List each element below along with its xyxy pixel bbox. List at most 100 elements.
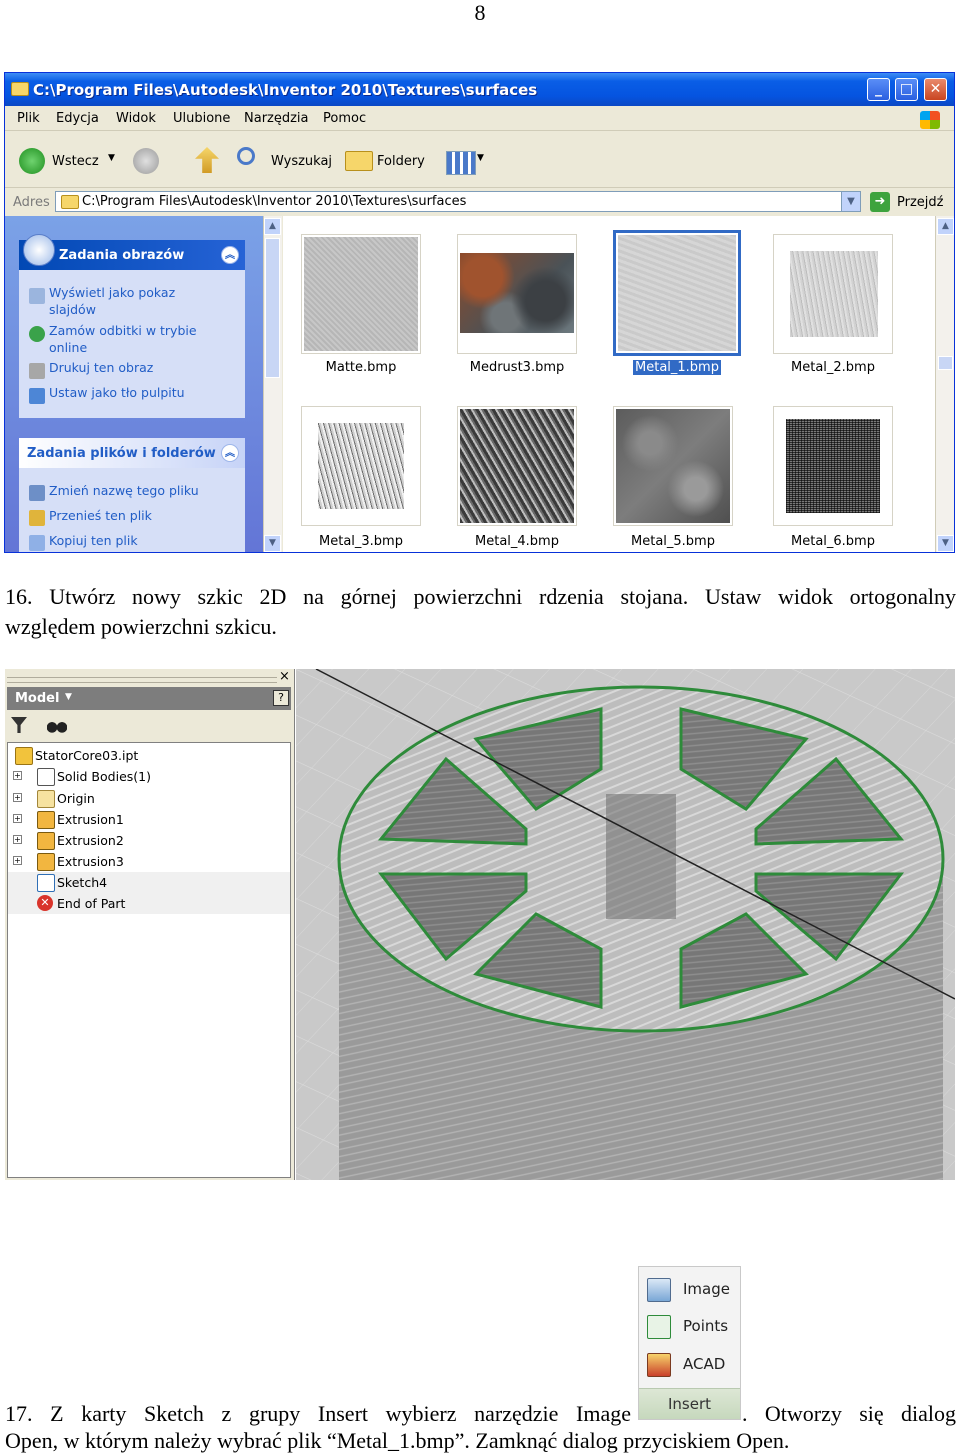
model-header[interactable]: Model ▼ ?	[7, 687, 291, 710]
minimize-button[interactable]: _	[867, 78, 890, 101]
menu-item-plik[interactable]: Plik	[17, 111, 40, 126]
insert-ribbon-panel: Image Points ACAD Insert	[638, 1266, 741, 1420]
menu-item-ulubione[interactable]: Ulubione	[173, 111, 230, 126]
thumbnail-metal-2[interactable]	[773, 234, 893, 354]
scroll-up-icon[interactable]: ▲	[264, 218, 281, 235]
go-button[interactable]: Przejdź	[897, 195, 943, 210]
collapse-icon[interactable]: ︽	[221, 246, 239, 264]
address-bar: Adres C:\Program Files\Autodesk\Inventor…	[5, 188, 954, 216]
insert-panel-label: Insert	[639, 1388, 740, 1419]
file-name[interactable]: Metal_5.bmp	[598, 534, 748, 549]
tree-node-extrusion1[interactable]: + Extrusion1	[8, 809, 290, 830]
file-name[interactable]: Medrust3.bmp	[442, 360, 592, 375]
task-rename[interactable]: Zmień nazwę tego pliku	[49, 482, 219, 499]
picture-tasks-header[interactable]: Zadania obrazów ︽	[19, 234, 245, 270]
tree-node-end-of-part[interactable]: ✕ End of Part	[8, 893, 290, 914]
expand-icon[interactable]: +	[13, 793, 22, 802]
scroll-down-icon[interactable]: ▼	[264, 535, 281, 552]
task-move[interactable]: Przenieś ten plik	[49, 507, 219, 524]
help-icon[interactable]: ?	[273, 690, 289, 706]
file-tasks-header[interactable]: Zadania plików i folderów ︽	[19, 438, 245, 468]
thumbnail-metal-3[interactable]	[301, 406, 421, 526]
scroll-thumb[interactable]	[265, 238, 280, 378]
file-name[interactable]: Metal_2.bmp	[758, 360, 908, 375]
grip-bar[interactable]	[7, 677, 277, 683]
file-name[interactable]: Metal_6.bmp	[758, 534, 908, 549]
views-dropdown-icon[interactable]: ▼	[477, 153, 484, 163]
chevron-down-icon[interactable]: ▼	[65, 692, 72, 702]
extrusion-icon	[37, 811, 55, 829]
scroll-up-icon[interactable]: ▲	[937, 218, 954, 235]
thumbnail-metal-4[interactable]	[457, 406, 577, 526]
pictures-icon	[23, 234, 55, 266]
task-print[interactable]: Drukuj ten obraz	[49, 359, 219, 376]
thumbnail-metal-1[interactable]	[613, 230, 741, 356]
scroll-down-icon[interactable]: ▼	[937, 535, 954, 552]
file-name-selected[interactable]: Metal_1.bmp	[602, 360, 752, 375]
thumbnails-scrollbar[interactable]: ▲ ▼	[935, 216, 954, 552]
collapse-icon[interactable]: ︽	[221, 444, 239, 462]
views-icon[interactable]	[446, 151, 476, 175]
folders-icon[interactable]	[345, 151, 373, 171]
folder-icon	[11, 82, 29, 96]
file-name[interactable]: Metal_3.bmp	[286, 534, 436, 549]
task-copy[interactable]: Kopiuj ten plik	[49, 532, 219, 549]
task-pane-scrollbar[interactable]: ▲ ▼	[263, 216, 282, 552]
filter-icon[interactable]	[11, 717, 27, 733]
binoculars-icon[interactable]	[47, 717, 67, 733]
solid-bodies-icon	[37, 768, 55, 786]
thumbnail-matte[interactable]	[301, 234, 421, 354]
thumbnail-metal-5[interactable]	[613, 406, 733, 526]
order-prints-icon	[29, 326, 45, 342]
points-tool-button[interactable]: Points	[647, 1312, 737, 1340]
tree-node-extrusion2[interactable]: + Extrusion2	[8, 830, 290, 851]
thumbnail-medrust3[interactable]	[457, 234, 577, 354]
center-hub	[606, 794, 676, 919]
menu-item-pomoc[interactable]: Pomoc	[323, 111, 366, 126]
step-16-line-1: 16. Utwórz nowy szkic 2D na górnej powie…	[5, 584, 956, 609]
menu-item-widok[interactable]: Widok	[116, 111, 156, 126]
address-input[interactable]: C:\Program Files\Autodesk\Inventor 2010\…	[55, 191, 861, 212]
close-button[interactable]: ✕	[924, 78, 947, 101]
menu-item-edycja[interactable]: Edycja	[56, 111, 99, 126]
title-bar[interactable]: C:\Program Files\Autodesk\Inventor 2010\…	[5, 73, 954, 106]
file-name[interactable]: Matte.bmp	[286, 360, 436, 375]
scroll-thumb[interactable]	[938, 356, 953, 370]
thumbnail-metal-6[interactable]	[773, 406, 893, 526]
expand-icon[interactable]: +	[13, 856, 22, 865]
graphics-viewport[interactable]	[296, 669, 955, 1180]
tree-node-sketch4[interactable]: Sketch4	[8, 872, 290, 893]
go-arrow-icon[interactable]: ➜	[870, 192, 890, 212]
image-tool-button[interactable]: Image	[647, 1275, 737, 1303]
expand-icon[interactable]: +	[13, 814, 22, 823]
tree-node-origin[interactable]: + Origin	[8, 788, 290, 809]
acad-tool-button[interactable]: ACAD	[647, 1350, 737, 1378]
address-dropdown-icon[interactable]: ▼	[841, 192, 860, 211]
windows-logo-icon	[920, 111, 940, 129]
folders-button[interactable]: Foldery	[377, 154, 425, 169]
search-icon[interactable]	[237, 147, 255, 165]
back-dropdown-icon[interactable]: ▼	[108, 153, 115, 163]
tree-node-extrusion3[interactable]: + Extrusion3	[8, 851, 290, 872]
texture-image	[786, 419, 880, 513]
step-17-line-2: Open, w którym należy wybrać plik “Metal…	[5, 1428, 790, 1453]
close-icon[interactable]: ×	[279, 669, 290, 684]
menu-item-narzedzia[interactable]: Narzędzia	[244, 111, 309, 126]
tree-node-part[interactable]: StatorCore03.ipt	[8, 745, 290, 766]
search-button[interactable]: Wyszukaj	[271, 154, 332, 169]
rename-icon	[29, 485, 45, 501]
task-slideshow[interactable]: Wyświetl jako pokaz slajdów	[49, 284, 219, 318]
file-name[interactable]: Metal_4.bmp	[442, 534, 592, 549]
expand-icon[interactable]: +	[13, 835, 22, 844]
back-button[interactable]: Wstecz	[52, 154, 99, 169]
folder-up-icon[interactable]	[195, 147, 219, 173]
explorer-window: C:\Program Files\Autodesk\Inventor 2010\…	[4, 72, 955, 553]
back-arrow-icon[interactable]	[19, 148, 45, 174]
texture-image	[616, 409, 730, 523]
forward-arrow-icon[interactable]	[133, 148, 159, 174]
task-order-prints[interactable]: Zamów odbitki w trybie online	[49, 322, 219, 356]
expand-icon[interactable]: +	[13, 771, 22, 780]
maximize-button[interactable]: □	[895, 78, 918, 101]
task-set-background[interactable]: Ustaw jako tło pulpitu	[49, 384, 219, 401]
tree-node-solid-bodies[interactable]: + Solid Bodies(1)	[8, 766, 290, 787]
